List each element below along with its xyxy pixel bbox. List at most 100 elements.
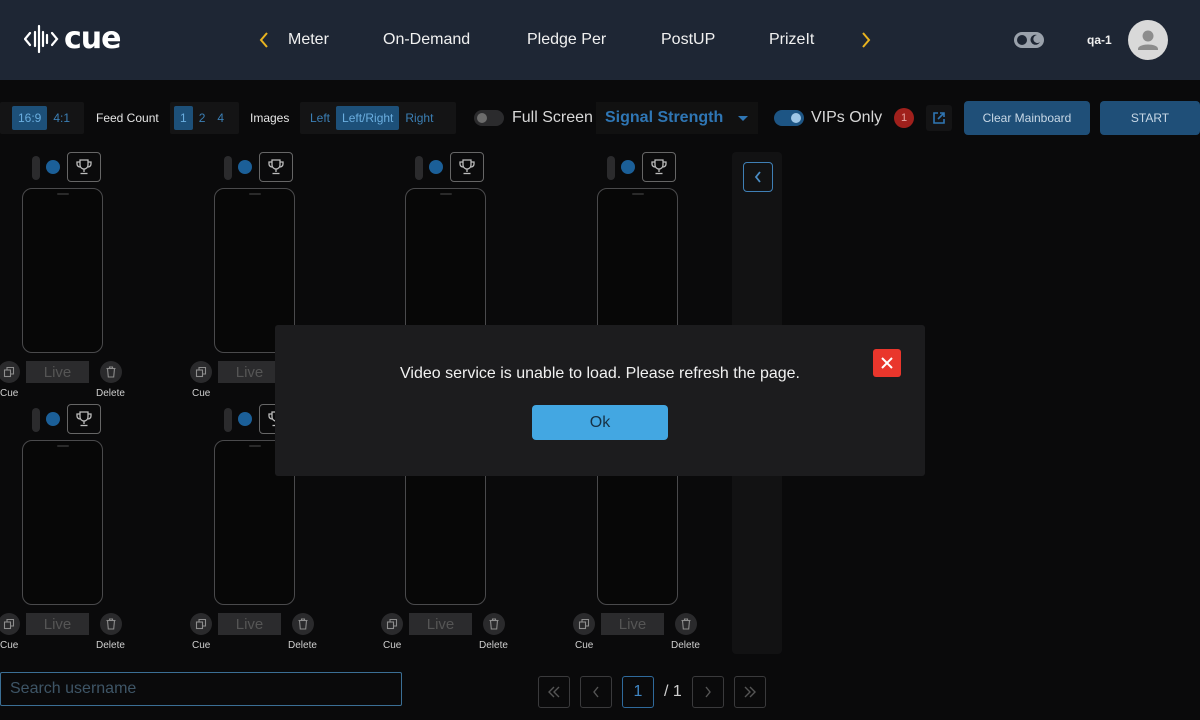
delete-button[interactable] xyxy=(292,613,314,635)
collapse-panel-button[interactable] xyxy=(743,162,773,192)
nav-item-postup[interactable]: PostUP xyxy=(661,31,715,49)
feed-count-2-option[interactable]: 2 xyxy=(193,106,212,130)
moon-icon xyxy=(1030,34,1040,45)
nav-item-meter[interactable]: Meter xyxy=(288,31,329,49)
feed-enable-toggle[interactable] xyxy=(32,156,40,180)
next-page-button[interactable] xyxy=(692,676,724,708)
status-dot xyxy=(238,412,252,426)
status-dot xyxy=(429,160,443,174)
dark-mode-toggle[interactable] xyxy=(1014,32,1044,48)
cue-caption: Cue xyxy=(0,640,19,651)
current-page-indicator[interactable]: 1 xyxy=(622,676,654,708)
caret-down-icon xyxy=(738,116,748,121)
live-button[interactable]: Live xyxy=(218,361,281,383)
last-page-button[interactable] xyxy=(734,676,766,708)
error-message: Video service is unable to load. Please … xyxy=(400,365,800,382)
signal-strength-value: Signal Strength xyxy=(605,109,724,126)
cue-caption: Cue xyxy=(575,640,594,651)
feed-count-label: Feed Count xyxy=(96,111,159,125)
chevron-right-icon xyxy=(862,32,871,48)
delete-button[interactable] xyxy=(675,613,697,635)
live-button[interactable]: Live xyxy=(26,361,89,383)
live-button[interactable]: Live xyxy=(26,613,89,635)
trophy-icon xyxy=(651,159,667,175)
trophy-button[interactable] xyxy=(259,152,293,182)
start-button[interactable]: START xyxy=(1100,101,1200,135)
delete-caption: Delete xyxy=(96,640,125,651)
trash-icon xyxy=(298,618,308,630)
cue-button[interactable] xyxy=(190,613,212,635)
status-dot xyxy=(46,412,60,426)
soundwave-icon xyxy=(24,24,59,54)
close-icon xyxy=(881,357,893,369)
aspect-ratio-selector: 16:9 4:1 xyxy=(0,102,84,134)
cue-button[interactable] xyxy=(0,361,20,383)
open-external-button[interactable] xyxy=(926,105,952,131)
aspect-16-9-option[interactable]: 16:9 xyxy=(12,106,48,130)
top-navigation-bar: cue Meter On-Demand Pledge Per PostUP Pr… xyxy=(0,0,1200,80)
first-page-button[interactable] xyxy=(538,676,570,708)
vips-only-toggle[interactable] xyxy=(774,110,804,126)
live-button[interactable]: Live xyxy=(601,613,664,635)
feed-enable-toggle[interactable] xyxy=(32,408,40,432)
status-dot xyxy=(621,160,635,174)
prev-page-button[interactable] xyxy=(580,676,612,708)
live-button[interactable]: Live xyxy=(409,613,472,635)
nav-prev-arrow[interactable] xyxy=(250,26,278,54)
feed-enable-toggle[interactable] xyxy=(224,408,232,432)
trash-icon xyxy=(106,618,116,630)
error-dialog: Video service is unable to load. Please … xyxy=(275,325,925,476)
copy-icon xyxy=(3,366,15,378)
cue-logo[interactable]: cue xyxy=(24,22,121,56)
avatar[interactable] xyxy=(1128,20,1168,60)
user-icon xyxy=(1138,30,1158,50)
delete-button[interactable] xyxy=(483,613,505,635)
images-position-selector: Left Left/Right Right xyxy=(300,102,456,134)
trophy-button[interactable] xyxy=(67,404,101,434)
cue-caption: Cue xyxy=(0,388,19,399)
delete-caption: Delete xyxy=(479,640,508,651)
trophy-button[interactable] xyxy=(67,152,101,182)
trophy-button[interactable] xyxy=(642,152,676,182)
phone-preview[interactable] xyxy=(22,188,103,353)
nav-item-pledge-per[interactable]: Pledge Per xyxy=(527,31,606,49)
double-chevron-right-icon xyxy=(744,686,756,698)
user-name[interactable]: qa-1 xyxy=(1087,33,1112,47)
trash-icon xyxy=(681,618,691,630)
nav-next-arrow[interactable] xyxy=(852,26,880,54)
images-left-option[interactable]: Left xyxy=(304,106,336,130)
cue-button[interactable] xyxy=(0,613,20,635)
search-username-input[interactable] xyxy=(0,672,402,706)
images-right-option[interactable]: Right xyxy=(399,106,439,130)
cue-button[interactable] xyxy=(190,361,212,383)
cue-button[interactable] xyxy=(573,613,595,635)
images-left-right-option[interactable]: Left/Right xyxy=(336,106,400,130)
clear-mainboard-button[interactable]: Clear Mainboard xyxy=(964,101,1090,135)
feed-count-4-option[interactable]: 4 xyxy=(211,106,230,130)
feed-count-1-option[interactable]: 1 xyxy=(174,106,193,130)
nav-item-on-demand[interactable]: On-Demand xyxy=(383,31,470,49)
page-total: / 1 xyxy=(664,683,682,700)
ok-button[interactable]: Ok xyxy=(532,405,668,440)
live-button[interactable]: Live xyxy=(218,613,281,635)
feed-enable-toggle[interactable] xyxy=(224,156,232,180)
delete-button[interactable] xyxy=(100,613,122,635)
feed-enable-toggle[interactable] xyxy=(607,156,615,180)
trash-icon xyxy=(106,366,116,378)
vips-only-label: VIPs Only xyxy=(811,109,883,126)
full-screen-toggle[interactable] xyxy=(474,110,504,126)
nav-item-prizeit[interactable]: PrizeIt xyxy=(769,31,814,49)
vips-count-badge: 1 xyxy=(894,108,914,128)
delete-caption: Delete xyxy=(96,388,125,399)
trash-icon xyxy=(489,618,499,630)
status-dot xyxy=(238,160,252,174)
delete-button[interactable] xyxy=(100,361,122,383)
feed-enable-toggle[interactable] xyxy=(415,156,423,180)
trophy-button[interactable] xyxy=(450,152,484,182)
phone-preview[interactable] xyxy=(22,440,103,605)
close-dialog-button[interactable] xyxy=(873,349,901,377)
aspect-4-1-option[interactable]: 4:1 xyxy=(47,106,76,130)
cue-button[interactable] xyxy=(381,613,403,635)
signal-strength-select[interactable]: Signal Strength xyxy=(596,102,758,134)
chevron-right-icon xyxy=(705,686,711,698)
